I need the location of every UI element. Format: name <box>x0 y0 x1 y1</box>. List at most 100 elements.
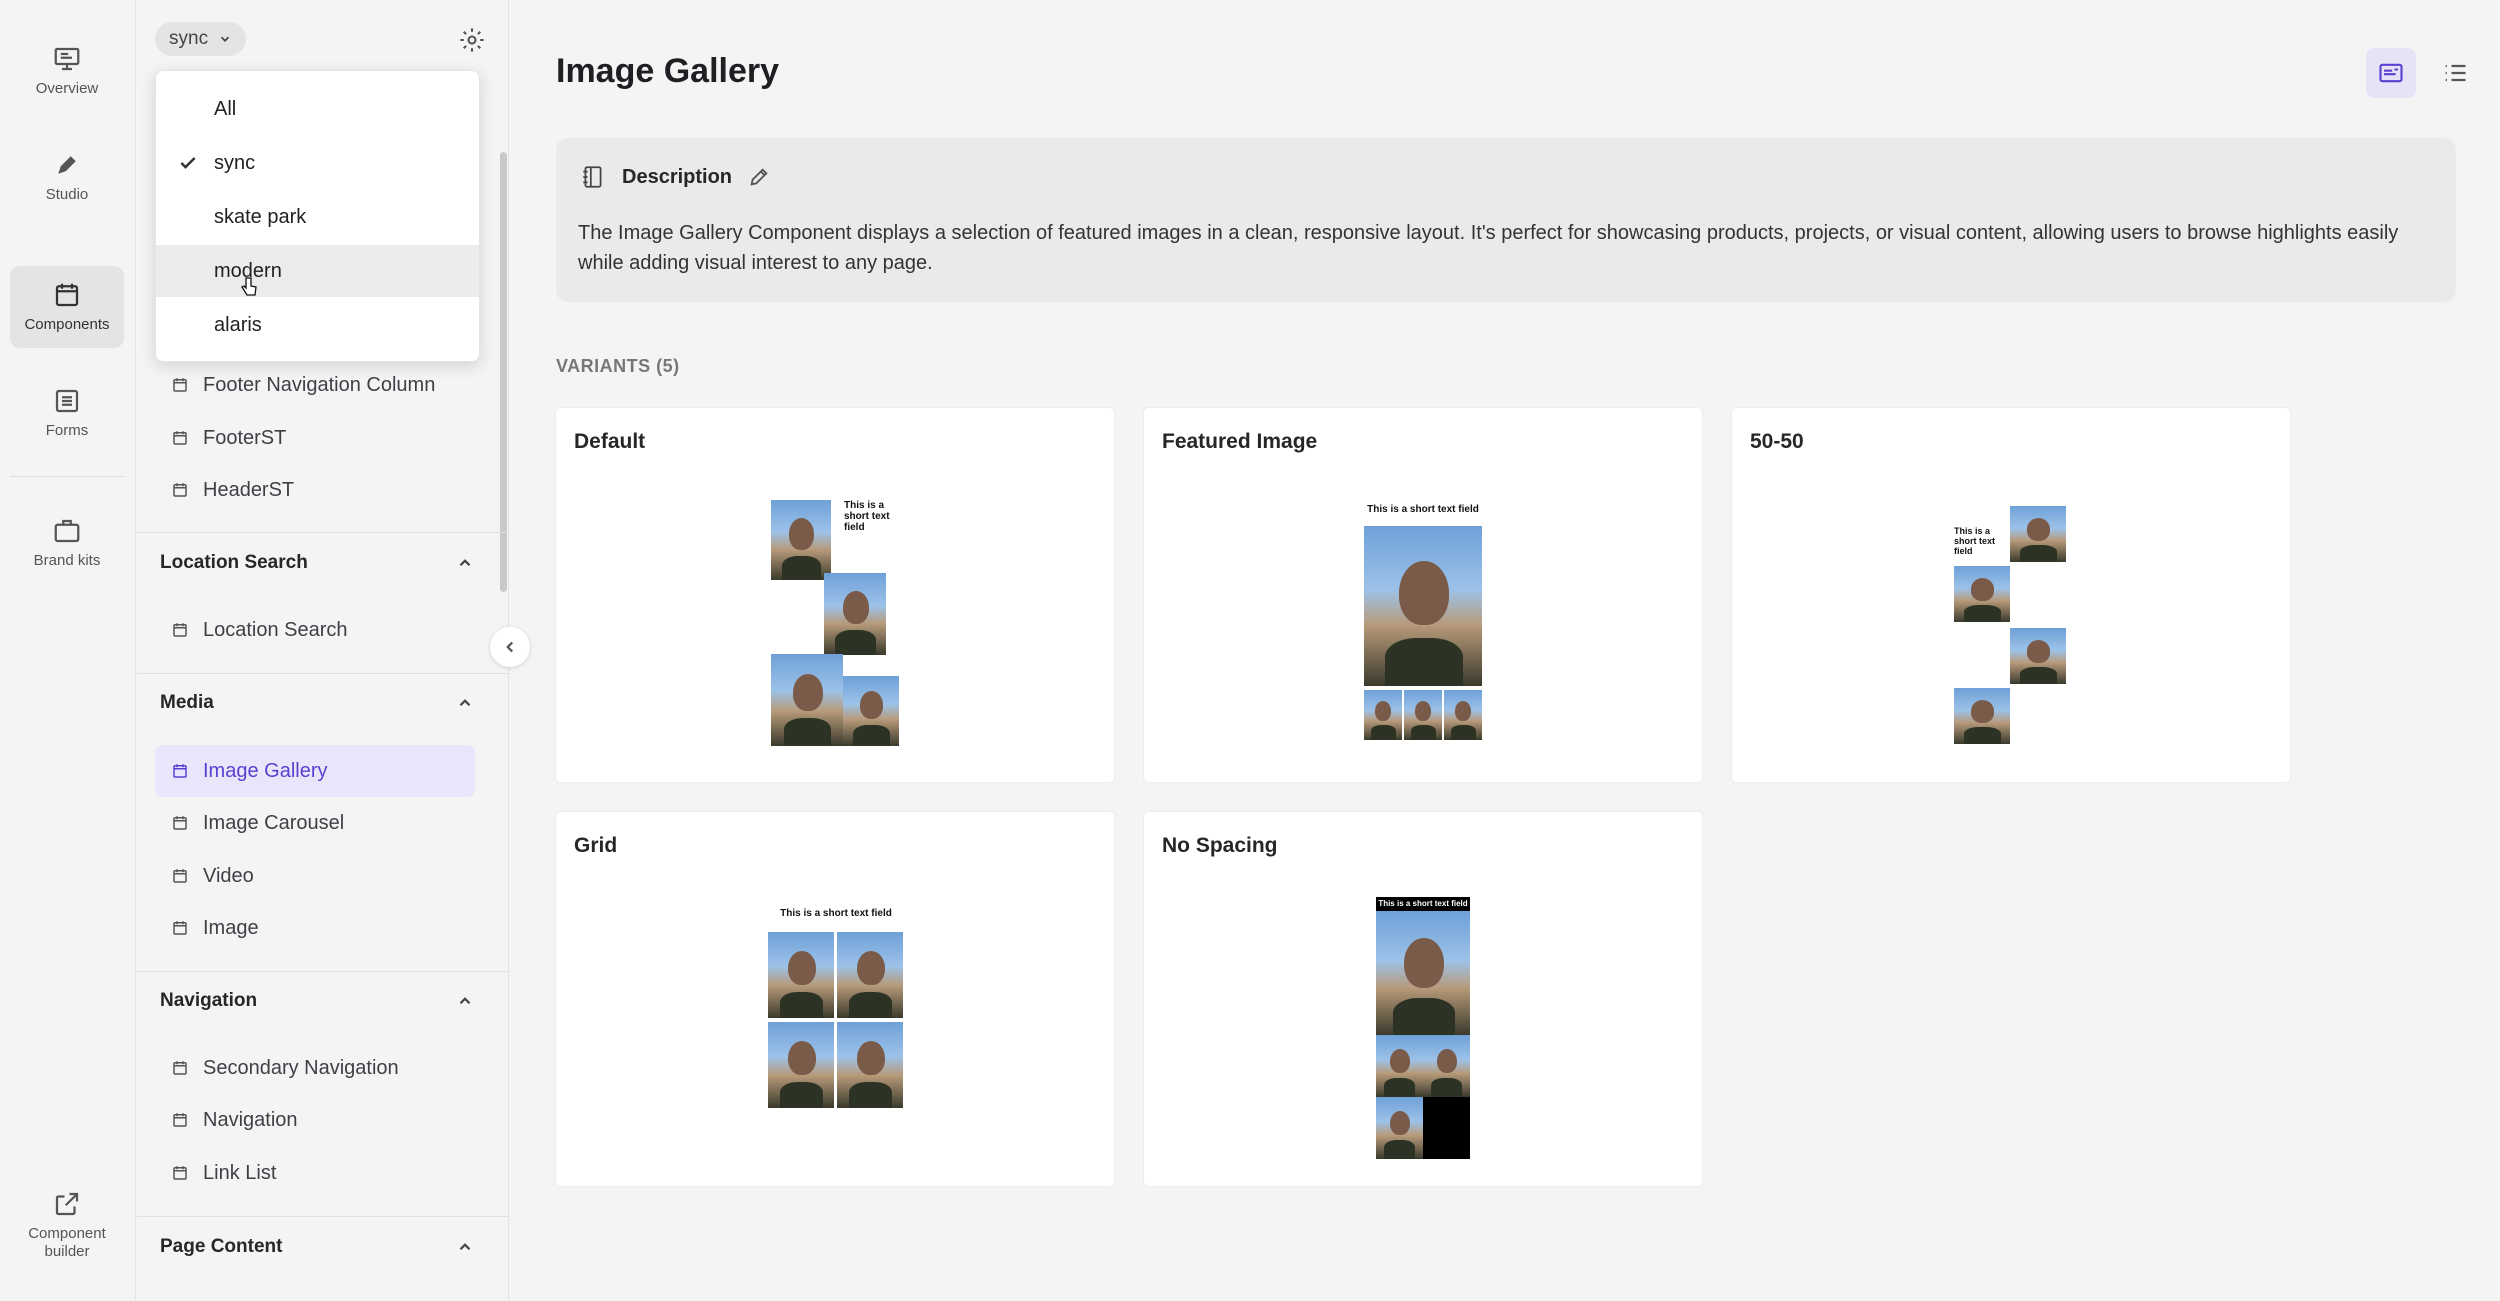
calendar-icon <box>173 816 187 830</box>
calendar-icon <box>173 623 187 637</box>
preview-text: This is a short text field <box>780 908 892 919</box>
calendar-icon <box>55 283 79 307</box>
option-label: skate park <box>214 205 307 228</box>
option-label: alaris <box>214 313 262 336</box>
sidebar-item-footer-navigation-column[interactable]: Footer Navigation Column <box>171 370 435 400</box>
monitor-icon <box>54 47 80 71</box>
theme-option-modern[interactable]: modern <box>156 245 479 297</box>
preview-photo <box>1376 1097 1423 1159</box>
list-view-icon <box>2445 64 2466 82</box>
sidebar-item-location-search[interactable]: Location Search <box>171 615 348 645</box>
gear-icon[interactable] <box>458 26 486 54</box>
theme-option-skate-park[interactable]: skate park <box>156 191 479 243</box>
sidebar-item-footerst[interactable]: FooterST <box>171 423 286 453</box>
card-view-icon <box>2379 63 2403 83</box>
section-header-page-content[interactable]: Page Content <box>160 1236 480 1258</box>
section-title: Navigation <box>160 990 258 1011</box>
sidebar-item-label: Secondary Navigation <box>203 1056 399 1079</box>
sidebar-item-label: Footer Navigation Column <box>203 373 436 396</box>
rail-studio[interactable]: Studio <box>10 136 124 218</box>
sidebar-item-link-list[interactable]: Link List <box>171 1158 276 1188</box>
sidebar-item-label: Navigation <box>203 1108 298 1131</box>
variants-count-label: VARIANTS (5) <box>556 356 680 376</box>
theme-option-all[interactable]: All <box>156 83 479 135</box>
theme-option-alaris[interactable]: alaris <box>156 299 479 351</box>
rail-overview[interactable]: Overview <box>10 30 124 112</box>
variant-title: 50-50 <box>1750 430 1804 453</box>
sidebar-item-label: Image <box>203 916 259 939</box>
calendar-icon <box>173 1166 187 1180</box>
variant-preview: This is a short text field <box>771 500 901 750</box>
rail-forms[interactable]: Forms <box>10 372 124 454</box>
description-text: The Image Gallery Component displays a s… <box>578 222 2399 274</box>
section-header-location-search[interactable]: Location Search <box>160 552 480 574</box>
section-divider <box>137 971 508 972</box>
preview-text: This is a short text field <box>1367 504 1479 515</box>
sidebar-item-label: Image Carousel <box>203 811 345 834</box>
calendar-icon <box>173 869 187 883</box>
sidebar-toolbar: sync <box>155 22 508 62</box>
sidebar-item-image-gallery[interactable]: Image Gallery <box>155 745 475 797</box>
variant-title: Featured Image <box>1162 430 1318 453</box>
rail-components[interactable]: Components <box>10 266 124 348</box>
sidebar-item-label: FooterST <box>203 426 287 449</box>
preview-photo <box>1444 690 1482 740</box>
list-view-button[interactable] <box>2430 48 2480 98</box>
option-label: sync <box>214 151 256 174</box>
pencil-icon[interactable] <box>748 166 770 188</box>
rail-studio-label: Studio <box>45 186 89 203</box>
sidebar-item-label: Link List <box>203 1161 277 1184</box>
variant-preview: This is a short text field <box>1376 897 1470 1159</box>
preview-photo <box>771 654 843 746</box>
section-header-navigation[interactable]: Navigation <box>160 990 480 1012</box>
calendar-icon <box>173 483 187 497</box>
variant-card-no-spacing[interactable]: No Spacing This is a short text field <box>1144 812 1702 1186</box>
sidebar-item-label: Image Gallery <box>203 759 328 782</box>
preview-photo <box>824 573 886 655</box>
sidebar-item-image[interactable]: Image <box>171 913 259 943</box>
sidebar-item-navigation[interactable]: Navigation <box>171 1105 298 1135</box>
preview-photo <box>1423 1035 1470 1097</box>
notebook-icon <box>583 166 602 188</box>
theme-dropdown-menu: All sync skate park modern alaris <box>155 70 480 362</box>
description-panel: Description The Image Gallery Component … <box>556 138 2456 302</box>
sidebar-item-label: HeaderST <box>203 478 295 501</box>
card-view-button[interactable] <box>2366 48 2416 98</box>
variant-card-featured-image[interactable]: Featured Image This is a short text fiel… <box>1144 408 1702 782</box>
rail-component-builder[interactable]: Component builder <box>10 1180 124 1270</box>
rail-forms-label: Forms <box>45 422 89 439</box>
preview-text: This is a short text field <box>1954 526 1996 556</box>
rail-brand-kits[interactable]: Brand kits <box>10 502 124 584</box>
preview-photo <box>1376 911 1470 1035</box>
variant-preview: This is a short text field <box>1954 506 2068 751</box>
preview-photo <box>837 932 903 1018</box>
variant-card-default[interactable]: Default This is a short text field <box>556 408 1114 782</box>
chevron-down-icon <box>220 36 230 42</box>
theme-select-value: sync <box>169 28 209 49</box>
sidebar-item-headerst[interactable]: HeaderST <box>171 475 294 505</box>
rail-overview-label: Overview <box>35 80 99 97</box>
sidebar-scrollbar[interactable] <box>500 152 507 592</box>
rail-brand-kits-label: Brand kits <box>33 552 101 569</box>
section-header-media[interactable]: Media <box>160 692 480 714</box>
preview-photo <box>2010 506 2066 562</box>
preview-photo <box>768 1022 834 1108</box>
section-divider <box>137 532 508 533</box>
sidebar-item-secondary-navigation[interactable]: Secondary Navigation <box>171 1053 399 1083</box>
icon-rail: Overview Studio Components Forms Brand k… <box>0 0 136 1301</box>
theme-option-sync[interactable]: sync <box>156 137 479 189</box>
section-divider <box>137 673 508 674</box>
chevron-up-icon <box>459 699 471 707</box>
option-label: All <box>214 97 237 120</box>
chevron-up-icon <box>459 997 471 1005</box>
theme-select[interactable]: sync <box>155 22 247 56</box>
pen-icon <box>58 156 76 174</box>
chevron-up-icon <box>459 1243 471 1251</box>
variant-card-grid[interactable]: Grid This is a short text field <box>556 812 1114 1186</box>
preview-photo <box>837 1022 903 1108</box>
calendar-icon <box>173 921 187 935</box>
sidebar-item-video[interactable]: Video <box>171 861 254 891</box>
sidebar-item-image-carousel[interactable]: Image Carousel <box>171 808 344 838</box>
variant-preview: This is a short text field <box>767 908 905 1108</box>
variant-card-50-50[interactable]: 50-50 This is a short text field <box>1732 408 2290 782</box>
